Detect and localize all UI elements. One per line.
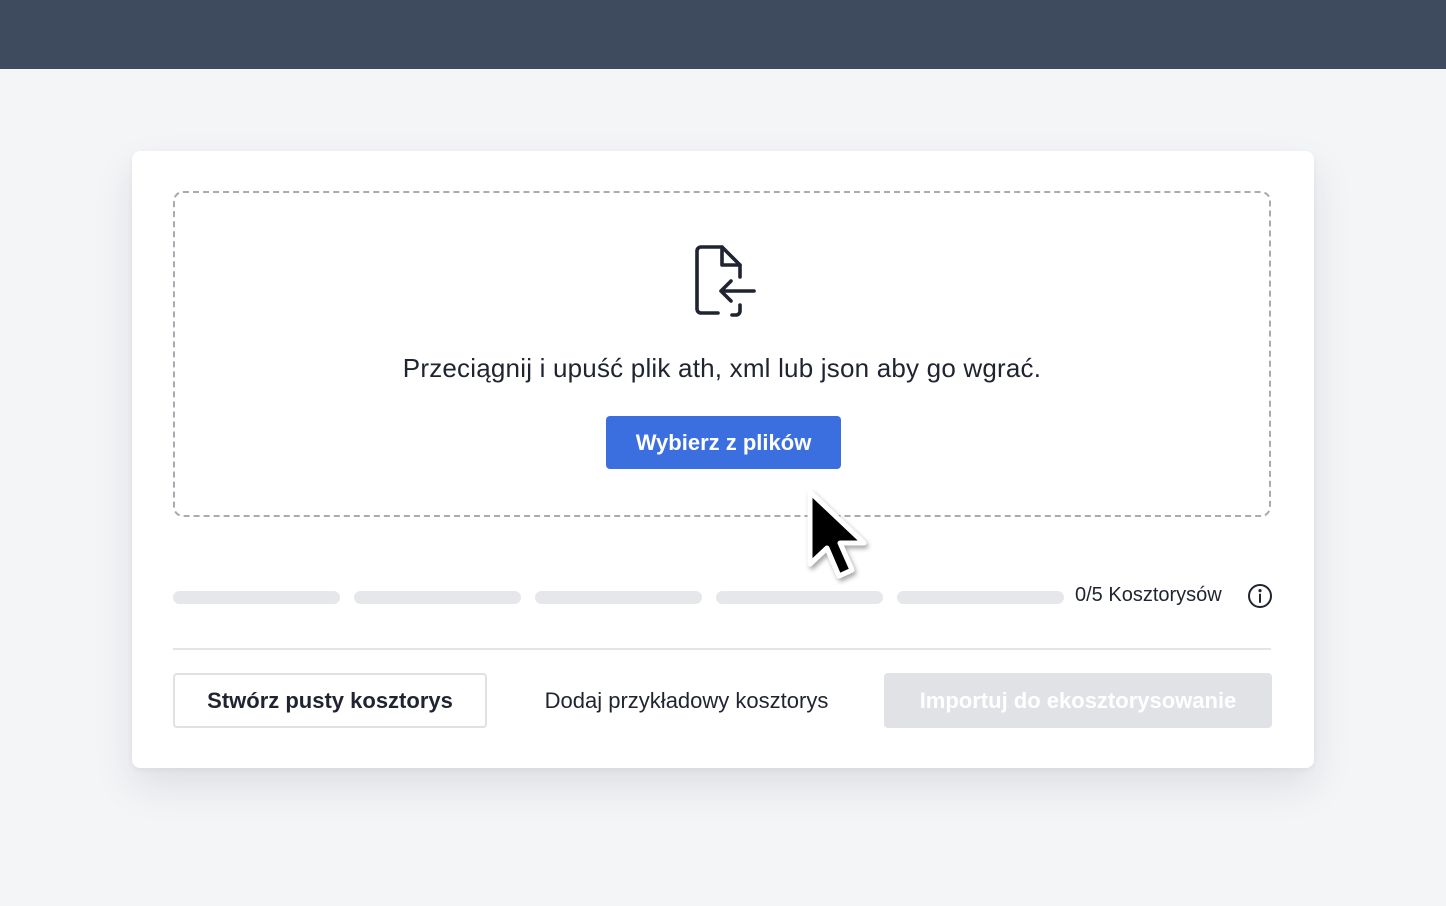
drop-instruction-text: Przeciągnij i upuść plik ath, xml lub js… [402, 353, 1042, 383]
file-import-icon [695, 245, 756, 317]
progress-segment-1 [173, 591, 340, 604]
progress-segment-3 [535, 591, 702, 604]
create-empty-estimate-button[interactable]: Stwórz pusty kosztorys [173, 673, 487, 728]
section-divider [173, 648, 1271, 650]
import-button[interactable]: Importuj do ekosztorysowanie [884, 673, 1272, 728]
choose-file-button[interactable]: Wybierz z plików [606, 416, 841, 469]
progress-segment-2 [354, 591, 521, 604]
estimates-count-label: 0/5 Kosztorysów [1075, 584, 1222, 606]
info-icon[interactable] [1247, 583, 1273, 609]
file-drop-zone[interactable]: Przeciągnij i upuść plik ath, xml lub js… [173, 191, 1271, 517]
add-sample-estimate-button[interactable]: Dodaj przykładowy kosztorys [504, 673, 869, 728]
import-card: Przeciągnij i upuść plik ath, xml lub js… [132, 151, 1314, 768]
top-navigation-bar [0, 0, 1446, 69]
progress-segment-4 [716, 591, 883, 604]
estimates-progress: 0/5 Kosztorysów [173, 581, 1273, 613]
progress-segment-5 [897, 591, 1064, 604]
